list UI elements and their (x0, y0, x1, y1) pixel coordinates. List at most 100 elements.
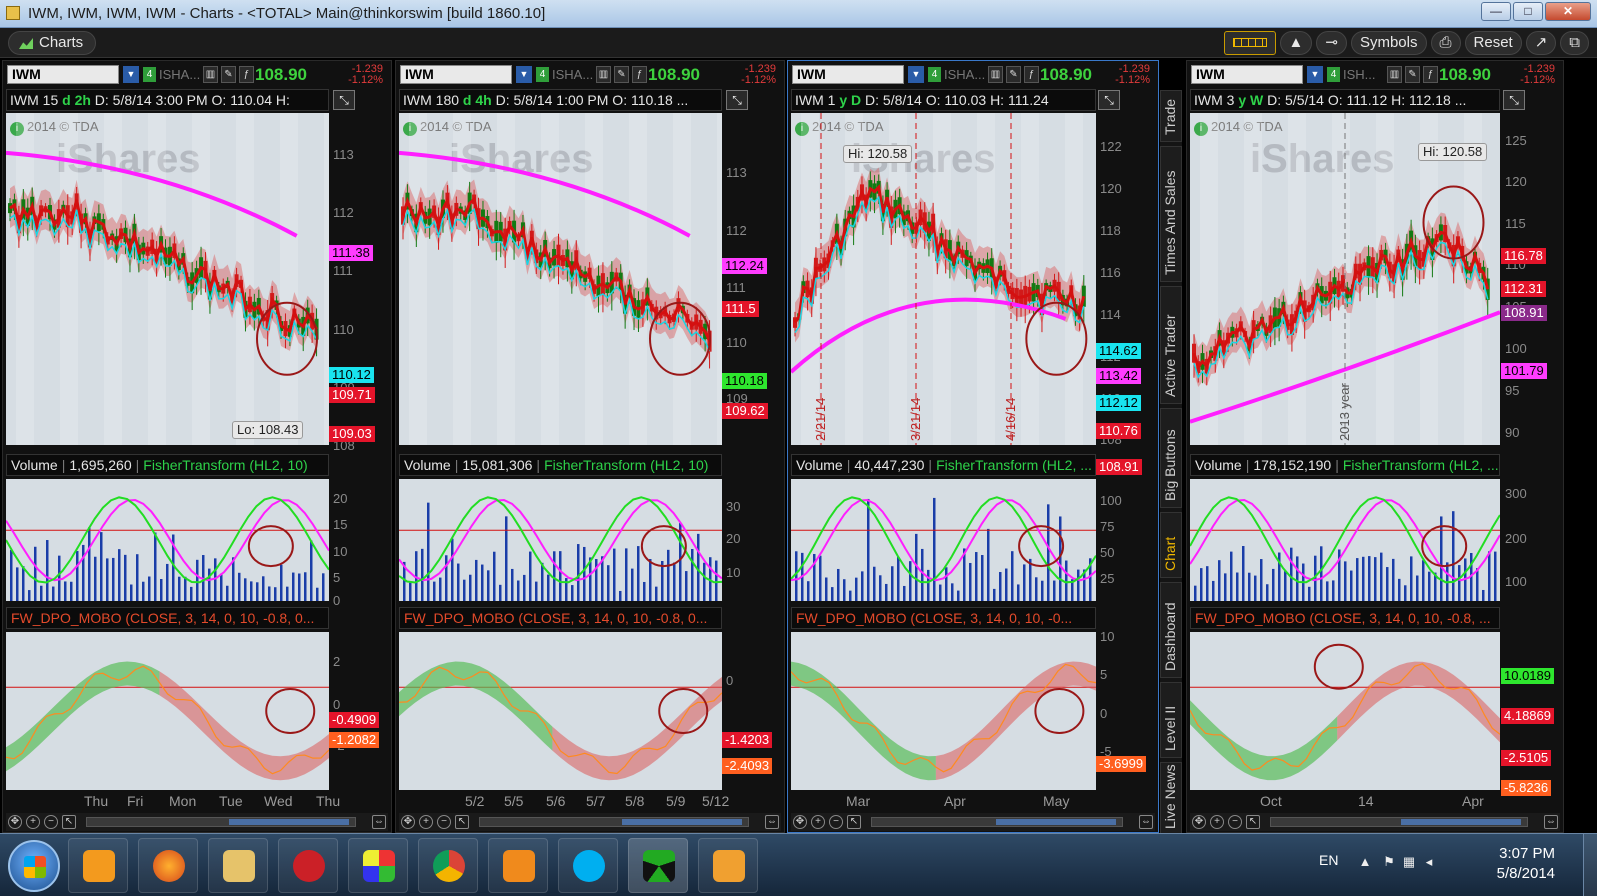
symbols-button[interactable]: Symbols (1350, 31, 1427, 55)
link-group-badge[interactable]: 4 (143, 67, 156, 82)
dpo-study-header[interactable]: FW_DPO_MOBO (CLOSE, 3, 14, 0, 10, -0.8, … (6, 607, 329, 629)
pan-icon[interactable]: ✥ (8, 815, 22, 829)
chart-info-bar[interactable]: IWM 1 y D D: 5/8/14 O: 110.03 H: 111.24 (791, 89, 1096, 111)
pan-icon[interactable]: ✥ (1192, 815, 1206, 829)
alert-bell-button[interactable]: ▲ (1279, 31, 1313, 55)
taskbar-skype[interactable] (558, 838, 618, 893)
studies-icon[interactable]: ƒ (632, 66, 647, 83)
cursor-icon[interactable]: ↖ (847, 815, 861, 829)
side-tab[interactable]: Live News (1160, 762, 1182, 836)
taskbar-chrome[interactable] (418, 838, 478, 893)
symbol-dropdown-icon[interactable]: ▼ (516, 66, 532, 83)
scrollbar-thumb[interactable] (229, 819, 349, 825)
price-chart[interactable]: i2014 © TDA iShares (399, 113, 722, 445)
expand-icon[interactable]: ⇔ (765, 815, 779, 829)
dpo-study-header[interactable]: FW_DPO_MOBO (CLOSE, 3, 14, 0, 10, -0.8, … (399, 607, 722, 629)
symbol-dropdown-icon[interactable]: ▼ (123, 66, 139, 83)
scrollbar-thumb[interactable] (622, 819, 742, 825)
style-icon[interactable]: ▥ (988, 66, 1003, 83)
start-button[interactable] (8, 840, 60, 892)
cursor-icon[interactable]: ↖ (1246, 815, 1260, 829)
reset-button[interactable]: Reset (1464, 31, 1522, 55)
chart-info-bar[interactable]: IWM 3 y W D: 5/5/14 O: 111.12 H: 112.18 … (1190, 89, 1500, 111)
pin-button[interactable]: ↗ (1525, 31, 1557, 55)
studies-icon[interactable]: ƒ (239, 66, 254, 83)
dpo-chart[interactable] (1190, 632, 1500, 790)
chart-settings-button[interactable]: ⤡ (1503, 90, 1525, 110)
volume-icon[interactable]: ◂ (1421, 854, 1437, 870)
cursor-icon[interactable]: ↖ (62, 815, 76, 829)
link-group-badge[interactable]: 4 (1327, 67, 1340, 82)
expand-icon[interactable]: ⇔ (1544, 815, 1558, 829)
taskbar-grid-app[interactable] (348, 838, 408, 893)
symbol-dropdown-icon[interactable]: ▼ (1307, 66, 1323, 83)
pan-icon[interactable]: ✥ (793, 815, 807, 829)
price-chart[interactable]: i2014 © TDA iShares Lo: 108.43 (6, 113, 329, 445)
side-tab[interactable]: Big Buttons (1160, 408, 1182, 508)
flag-icon[interactable]: ⚑ (1381, 854, 1397, 870)
scrollbar-thumb[interactable] (996, 819, 1116, 825)
taskbar-thinkorswim[interactable] (628, 838, 688, 893)
show-desktop-button[interactable] (1583, 834, 1597, 896)
chart-info-bar[interactable]: IWM 180 d 4h D: 5/8/14 1:00 PM O: 110.18… (399, 89, 722, 111)
zoom-in-icon[interactable]: + (419, 815, 433, 829)
dpo-chart[interactable] (791, 632, 1096, 790)
detach-button[interactable]: ⧉ (1560, 31, 1589, 55)
dpo-chart[interactable] (399, 632, 722, 790)
side-tab[interactable]: Times And Sales (1160, 146, 1182, 282)
link-button[interactable]: ⊸ (1316, 31, 1347, 55)
expand-icon[interactable]: ⇔ (1139, 815, 1153, 829)
taskbar-media-player[interactable] (68, 838, 128, 893)
network-icon[interactable]: ▦ (1401, 854, 1417, 870)
volume-study-header[interactable]: Volume | 40,447,230 | FisherTransform (HL2, … (791, 454, 1096, 476)
chart-info-bar[interactable]: IWM 15 d 2h D: 5/8/14 3:00 PM O: 110.04 … (6, 89, 329, 111)
pencil-icon[interactable]: ✎ (221, 66, 236, 83)
zoom-in-icon[interactable]: + (1210, 815, 1224, 829)
dpo-study-header[interactable]: FW_DPO_MOBO (CLOSE, 3, 14, 0, 10, -0... (791, 607, 1096, 629)
zoom-out-icon[interactable]: − (1228, 815, 1242, 829)
close-button[interactable]: ✕ (1545, 2, 1591, 21)
studies-icon[interactable]: ƒ (1024, 66, 1039, 83)
side-tab[interactable]: Active Trader (1160, 286, 1182, 404)
grid-layout-button[interactable] (1223, 31, 1276, 55)
taskbar-app-j[interactable] (488, 838, 548, 893)
side-tab[interactable]: Chart (1160, 512, 1182, 578)
maximize-button[interactable]: □ (1513, 2, 1543, 21)
charts-tab[interactable]: Charts (8, 31, 97, 55)
side-tab[interactable]: Dashboard (1160, 582, 1182, 678)
volume-chart[interactable] (1190, 479, 1500, 601)
style-icon[interactable]: ▥ (1387, 66, 1402, 83)
dpo-chart[interactable] (6, 632, 329, 790)
zoom-out-icon[interactable]: − (44, 815, 58, 829)
volume-study-header[interactable]: Volume | 1,695,260 | FisherTransform (HL2, 1… (6, 454, 329, 476)
pencil-icon[interactable]: ✎ (1006, 66, 1021, 83)
volume-study-header[interactable]: Volume | 178,152,190 | FisherTransform (HL2,… (1190, 454, 1500, 476)
studies-icon[interactable]: ƒ (1423, 66, 1438, 83)
title-bar[interactable]: IWM, IWM, IWM, IWM - Charts - <TOTAL> Ma… (0, 0, 1597, 28)
style-icon[interactable]: ▥ (596, 66, 611, 83)
taskbar-pinterest[interactable] (278, 838, 338, 893)
pencil-icon[interactable]: ✎ (1405, 66, 1420, 83)
time-scrollbar[interactable] (86, 817, 356, 827)
zoom-in-icon[interactable]: + (811, 815, 825, 829)
taskbar-firefox[interactable] (138, 838, 198, 893)
pencil-icon[interactable]: ✎ (614, 66, 629, 83)
language-indicator[interactable]: EN (1319, 852, 1338, 868)
taskbar-explorer[interactable] (208, 838, 268, 893)
expand-icon[interactable]: ⇔ (372, 815, 386, 829)
dpo-study-header[interactable]: FW_DPO_MOBO (CLOSE, 3, 14, 0, 10, -0.8, … (1190, 607, 1500, 629)
volume-chart[interactable] (399, 479, 722, 601)
volume-chart[interactable] (791, 479, 1096, 601)
time-scrollbar[interactable] (479, 817, 749, 827)
side-tab[interactable]: Level II (1160, 682, 1182, 758)
link-group-badge[interactable]: 4 (536, 67, 549, 82)
volume-chart[interactable] (6, 479, 329, 601)
chart-settings-button[interactable]: ⤡ (1098, 90, 1120, 110)
zoom-out-icon[interactable]: − (829, 815, 843, 829)
price-chart[interactable]: i2014 © TDA iShares 2013 yearHi: 120.58 (1190, 113, 1500, 445)
symbol-input[interactable]: IWM (792, 65, 904, 84)
volume-study-header[interactable]: Volume | 15,081,306 | FisherTransform (HL2, … (399, 454, 722, 476)
chart-settings-button[interactable]: ⤡ (726, 90, 748, 110)
zoom-in-icon[interactable]: + (26, 815, 40, 829)
pan-icon[interactable]: ✥ (401, 815, 415, 829)
